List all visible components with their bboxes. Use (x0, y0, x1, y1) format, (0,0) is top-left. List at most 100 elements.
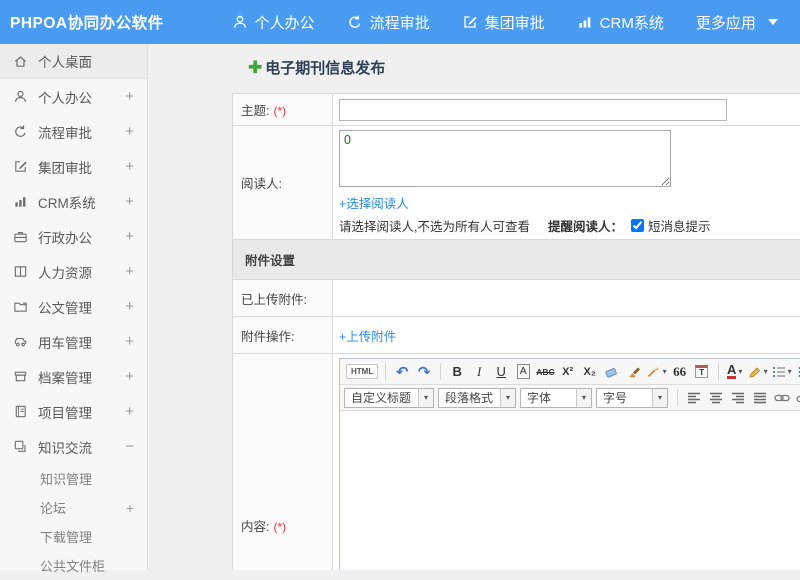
car-icon (13, 334, 28, 349)
align-center-icon[interactable] (706, 388, 726, 408)
caret-down-icon: ▾ (418, 389, 433, 407)
expand-plus[interactable]: + (126, 500, 134, 516)
nav-item-workflow-approval[interactable]: 流程审批 (347, 12, 430, 33)
sidebar-item-knowledge-exchange[interactable]: 知识交流 − (0, 429, 147, 464)
expand-plus[interactable]: + (125, 123, 134, 140)
required-mark: (*) (273, 104, 286, 118)
unlink-icon[interactable] (794, 388, 800, 408)
content-row: 内容:(*) HTML ↶ ↷ B I U A ABC X² (233, 354, 800, 571)
strikethrough-button[interactable]: ABC (535, 362, 555, 382)
paragraph-format-select[interactable]: 段落格式▾ (438, 388, 516, 408)
required-mark: (*) (273, 520, 286, 534)
book-icon (13, 264, 28, 279)
caret-down-icon: ▾ (652, 389, 667, 407)
unordered-list-icon[interactable] (795, 362, 800, 382)
readers-textarea[interactable]: 0 (339, 130, 671, 187)
align-right-icon[interactable] (728, 388, 748, 408)
edit-icon (13, 159, 28, 174)
blockquote-button[interactable]: 66 (670, 362, 690, 382)
chart-icon (13, 194, 28, 209)
subject-row: 主题:(*) (233, 94, 800, 126)
uploaded-label-cell: 已上传附件: (233, 280, 333, 317)
archive-icon (13, 369, 28, 384)
sidebar-subitem-public-cabinet[interactable]: 公共文件柜 (0, 551, 147, 580)
readers-row: 阅读人: 0 +选择阅读人 请选择阅读人,不选为所有人可查看 提醒阅读人： 短消… (233, 126, 800, 240)
sidebar-subitem-knowledge-mgmt[interactable]: 知识管理 (0, 464, 147, 493)
html-source-button[interactable]: HTML (345, 362, 379, 382)
attachment-section-row: 附件设置 (233, 240, 800, 280)
subject-input[interactable] (339, 99, 727, 121)
header-bar: PHPOA协同办公软件 个人办公 流程审批 集团审批 CRM系统 (0, 0, 800, 44)
sidebar-item-archive-mgmt[interactable]: 档案管理 + (0, 359, 147, 394)
nav-item-group-approval[interactable]: 集团审批 (462, 12, 545, 33)
editor-canvas[interactable] (340, 411, 800, 570)
remove-format-eraser-icon[interactable] (602, 362, 622, 382)
folder-icon (13, 299, 28, 314)
format-brush-icon[interactable] (624, 362, 644, 382)
ordered-list-icon[interactable]: ▾ (771, 362, 793, 382)
highlight-pen-icon[interactable]: ▾ (747, 362, 769, 382)
sidebar-item-admin-office[interactable]: 行政办公 + (0, 219, 147, 254)
expand-plus[interactable]: + (125, 158, 134, 175)
nav-item-more-apps[interactable]: 更多应用 (696, 12, 778, 33)
home-icon (13, 54, 28, 69)
nav-label: 流程审批 (370, 12, 430, 33)
italic-button[interactable]: I (469, 362, 489, 382)
sidebar: 个人桌面 个人办公 + 流程审批 + 集团审批 + CRM系统 + 行政办公 +… (0, 44, 148, 570)
sidebar-item-desktop[interactable]: 个人桌面 (0, 44, 147, 79)
sidebar-item-project-mgmt[interactable]: 项目管理 + (0, 394, 147, 429)
sidebar-item-vehicle-mgmt[interactable]: 用车管理 + (0, 324, 147, 359)
expand-plus[interactable]: + (125, 333, 134, 350)
sidebar-subitem-forum[interactable]: 论坛 + (0, 493, 147, 522)
insert-date-button[interactable]: T (692, 362, 712, 382)
expand-minus[interactable]: − (125, 438, 134, 455)
subscript-button[interactable]: X₂ (580, 362, 600, 382)
font-size-select[interactable]: 字号▾ (596, 388, 668, 408)
editor-toolbar-row2: 自定义标题▾ 段落格式▾ 字体▾ 字号▾ (340, 385, 800, 411)
align-justify-icon[interactable] (750, 388, 770, 408)
editor-toolbar-row1: HTML ↶ ↷ B I U A ABC X² X₂ (340, 359, 800, 385)
autotypeset-wand-icon[interactable]: ▾ (646, 362, 668, 382)
remind-readers-label: 提醒阅读人： (548, 216, 623, 235)
font-style-button[interactable]: A (513, 362, 533, 382)
font-family-select[interactable]: 字体▾ (520, 388, 592, 408)
expand-plus[interactable]: + (125, 368, 134, 385)
sidebar-item-group-approval[interactable]: 集团审批 + (0, 149, 147, 184)
sidebar-item-personal-office[interactable]: 个人办公 + (0, 79, 147, 114)
briefcase-icon (13, 229, 28, 244)
sidebar-item-workflow-approval[interactable]: 流程审批 + (0, 114, 147, 149)
user-icon (232, 14, 248, 30)
sidebar-item-crm[interactable]: CRM系统 + (0, 184, 147, 219)
select-readers-link[interactable]: +选择阅读人 (339, 197, 409, 211)
font-color-button[interactable]: A▾ (725, 362, 745, 382)
sms-remind-checkbox[interactable] (631, 219, 644, 232)
redo-button[interactable]: ↷ (414, 362, 434, 382)
superscript-button[interactable]: X² (558, 362, 578, 382)
align-left-icon[interactable] (684, 388, 704, 408)
expand-plus[interactable]: + (125, 228, 134, 245)
expand-plus[interactable]: + (125, 298, 134, 315)
upload-attachment-link[interactable]: +上传附件 (339, 330, 396, 344)
attachment-actions-row: 附件操作: +上传附件 (233, 317, 800, 354)
sidebar-item-document-mgmt[interactable]: 公文管理 + (0, 289, 147, 324)
undo-button[interactable]: ↶ (392, 362, 412, 382)
caret-down-icon: ▾ (500, 389, 515, 407)
nav-item-personal-office[interactable]: 个人办公 (232, 12, 315, 33)
nav-item-crm[interactable]: CRM系统 (577, 12, 664, 33)
expand-plus[interactable]: + (125, 88, 134, 105)
insert-link-icon[interactable] (772, 388, 792, 408)
cycle-icon (347, 14, 363, 30)
readers-hint: 请选择阅读人,不选为所有人可查看 (339, 216, 530, 235)
sidebar-subitem-download-mgmt[interactable]: 下载管理 (0, 522, 147, 551)
sidebar-item-hr[interactable]: 人力资源 + (0, 254, 147, 289)
rich-text-editor: HTML ↶ ↷ B I U A ABC X² X₂ (339, 358, 800, 570)
underline-button[interactable]: U (491, 362, 511, 382)
main-content: ✚ 电子期刊信息发布 主题:(*) 阅读人: 0 +选择阅读人 (149, 44, 800, 570)
expand-plus[interactable]: + (125, 193, 134, 210)
heading-select[interactable]: 自定义标题▾ (344, 388, 434, 408)
bold-button[interactable]: B (447, 362, 467, 382)
expand-plus[interactable]: + (125, 403, 134, 420)
expand-plus[interactable]: + (125, 263, 134, 280)
nav-label: 集团审批 (485, 12, 545, 33)
top-navigation: 个人办公 流程审批 集团审批 CRM系统 更多应用 (232, 12, 800, 33)
